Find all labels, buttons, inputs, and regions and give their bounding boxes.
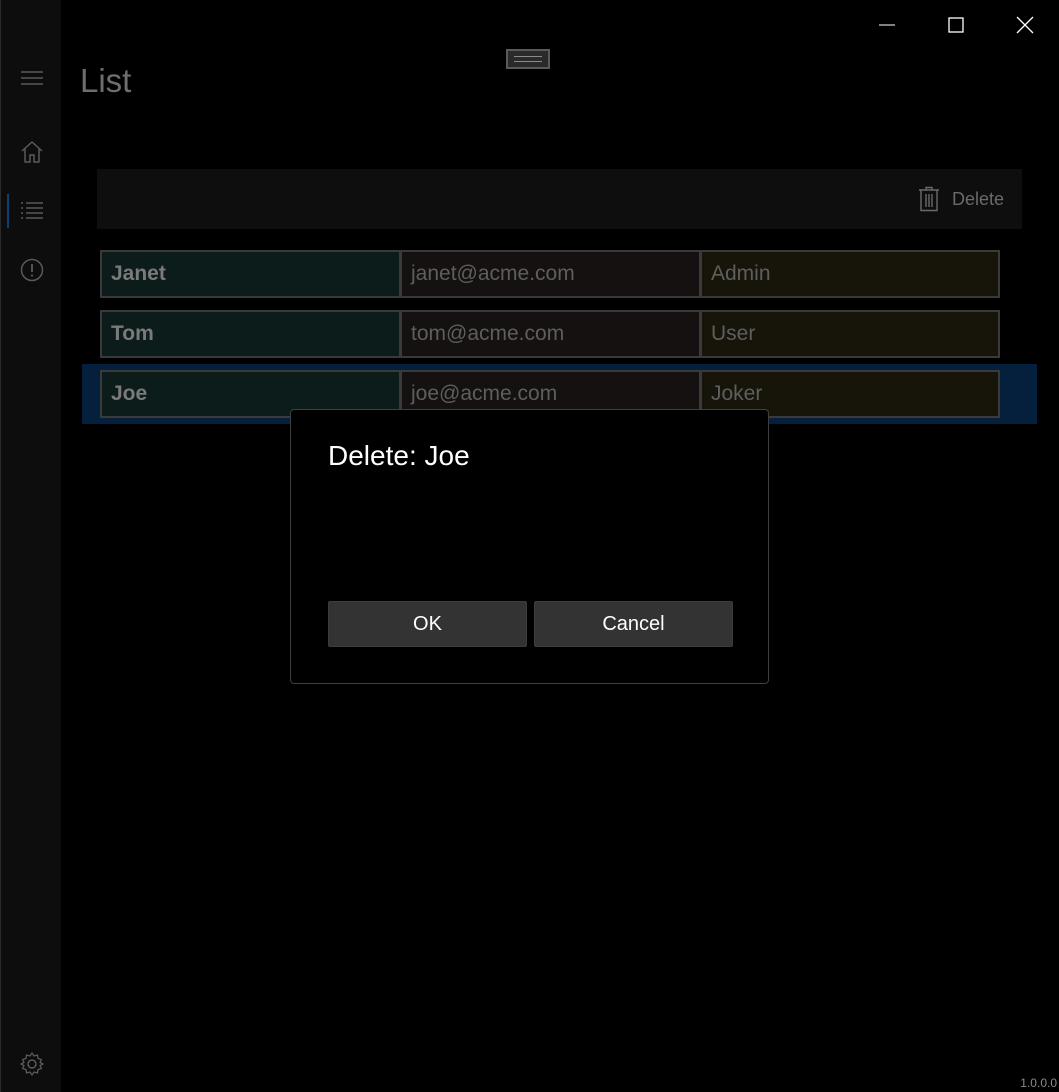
list-item[interactable]: Tom tom@acme.com User	[82, 304, 1037, 364]
close-button[interactable]	[990, 0, 1059, 50]
hamburger-icon	[20, 71, 43, 85]
list-icon	[20, 202, 43, 219]
minimize-icon	[878, 24, 895, 26]
user-email: tom@acme.com	[400, 310, 701, 358]
version-label: 1.0.0.0	[1020, 1076, 1057, 1090]
title-bar-controls	[852, 0, 1059, 50]
nav-pane	[0, 0, 61, 1092]
home-icon	[20, 141, 43, 163]
maximize-icon	[947, 17, 964, 33]
close-icon	[1016, 16, 1033, 34]
user-name: Tom	[100, 310, 401, 358]
trash-icon	[918, 186, 939, 212]
page-title: List	[80, 62, 132, 99]
hamburger-menu-button[interactable]	[1, 54, 62, 102]
info-icon	[20, 258, 43, 282]
drag-handle[interactable]	[506, 49, 550, 69]
user-email: janet@acme.com	[400, 250, 701, 298]
user-role: Admin	[700, 250, 1000, 298]
user-name: Janet	[100, 250, 401, 298]
nav-item-settings[interactable]	[1, 1040, 62, 1088]
user-list: Janet janet@acme.com Admin Tom tom@acme.…	[82, 244, 1037, 424]
nav-item-list[interactable]	[1, 187, 62, 235]
user-role: User	[700, 310, 1000, 358]
minimize-button[interactable]	[852, 0, 921, 50]
delete-button[interactable]: Delete	[918, 169, 1004, 229]
delete-confirm-dialog: Delete: Joe OK Cancel	[290, 409, 769, 684]
nav-item-home[interactable]	[1, 128, 62, 176]
ok-button[interactable]: OK	[328, 601, 527, 647]
cancel-button[interactable]: Cancel	[534, 601, 733, 647]
delete-label: Delete	[951, 188, 1004, 209]
list-item[interactable]: Janet janet@acme.com Admin	[82, 244, 1037, 304]
dialog-title: Delete: Joe	[328, 440, 470, 471]
gear-icon	[19, 1052, 44, 1076]
command-bar: Delete	[97, 169, 1022, 229]
nav-item-info[interactable]	[1, 246, 62, 294]
maximize-button[interactable]	[921, 0, 990, 50]
